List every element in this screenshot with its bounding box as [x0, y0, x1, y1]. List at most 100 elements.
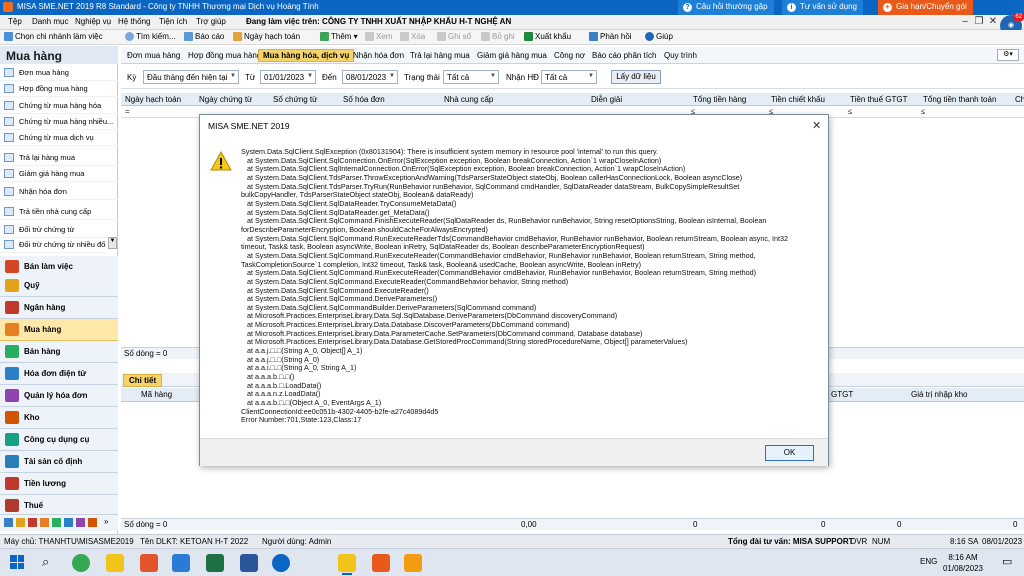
shortcut-icon[interactable] — [76, 518, 85, 527]
app-icon[interactable] — [172, 554, 190, 572]
app-icon[interactable] — [272, 554, 290, 572]
invoice-status-select[interactable]: Tất cả ▼ — [541, 70, 597, 84]
col-item-code[interactable]: Mã hàng — [141, 390, 172, 399]
col-total-payment[interactable]: Tổng tiền thanh toán — [923, 95, 996, 104]
module-invoice-management[interactable]: Quản lý hóa đơn — [0, 385, 118, 407]
tab-analysis-report[interactable]: Báo cáo phân tích — [589, 50, 660, 61]
notification-icon[interactable]: ▭ — [1002, 555, 1012, 568]
feedback-button[interactable]: Phản hồi — [589, 32, 632, 41]
col-stock-value[interactable]: Giá trị nhập kho — [911, 390, 967, 399]
col-voucher-date[interactable]: Ngày chứng từ — [199, 95, 252, 104]
shortcut-icon[interactable] — [64, 518, 73, 527]
choose-branch-button[interactable]: Chọn chi nhánh làm việc — [4, 32, 103, 41]
excel-icon[interactable] — [206, 554, 224, 572]
app-icon[interactable] — [140, 554, 158, 572]
restore-icon[interactable]: ❐ — [972, 16, 986, 27]
shortcut-icon[interactable] — [52, 518, 61, 527]
menu-system[interactable]: Hệ thống — [118, 17, 150, 26]
minimize-icon[interactable]: – — [958, 16, 972, 27]
shortcut-icon[interactable] — [28, 518, 37, 527]
menu-file[interactable]: Tệp — [8, 17, 22, 26]
faq-button[interactable]: ? Câu hỏi thường gặp — [678, 0, 774, 15]
taskbar-clock[interactable]: 8:16 AM 01/08/2023 — [940, 552, 986, 574]
tab-purchase-goods-services[interactable]: Mua hàng hóa, dịch vụ — [258, 49, 355, 62]
sidebar-item-purchase-discount[interactable]: Giảm giá hàng mua — [0, 166, 118, 182]
shortcut-icon[interactable] — [88, 518, 97, 527]
col-detail-vat[interactable]: GTGT — [831, 390, 853, 399]
consult-button[interactable]: i Tư vấn sử dụng — [782, 0, 863, 15]
view-button[interactable]: Xem — [365, 32, 392, 41]
menu-operations[interactable]: Nghiệp vụ — [75, 17, 111, 26]
tab-process[interactable]: Quy trình — [661, 50, 700, 61]
module-tools[interactable]: Công cụ dụng cụ — [0, 429, 118, 451]
col-discount[interactable]: Tiền chiết khấu — [771, 95, 825, 104]
close-icon[interactable]: ✕ — [812, 119, 821, 132]
menu-help[interactable]: Trợ giúp — [196, 17, 226, 26]
sidebar-item-service-voucher[interactable]: Chứng từ mua dịch vụ — [0, 130, 118, 146]
delete-button[interactable]: Xóa — [400, 32, 425, 41]
post-button[interactable]: Ghi sổ — [437, 32, 471, 41]
search-icon[interactable]: ⌕ — [42, 554, 49, 570]
module-payroll[interactable]: Tiền lương — [0, 473, 118, 495]
module-bank[interactable]: Ngân hàng — [0, 297, 118, 319]
module-e-invoice[interactable]: Hóa đơn điện tử — [0, 363, 118, 385]
export-button[interactable]: Xuất khẩu — [524, 32, 571, 41]
col-voucher-no[interactable]: Số chứng từ — [273, 95, 318, 104]
tab-payables[interactable]: Công nợ — [551, 50, 588, 61]
sidebar-item-purchase-contract[interactable]: Hợp đồng mua hàng — [0, 81, 118, 97]
shortcut-icon[interactable] — [4, 518, 13, 527]
windows-start-icon[interactable] — [10, 555, 24, 569]
module-purchasing[interactable]: Mua hàng — [0, 319, 118, 341]
sidebar-item-offset-voucher[interactable]: Đối trừ chứng từ — [0, 222, 118, 238]
files-icon[interactable] — [106, 554, 124, 572]
fetch-data-button[interactable]: Lấy dữ liệu — [611, 70, 661, 84]
col-more[interactable]: Ch — [1015, 95, 1024, 104]
ok-button[interactable]: OK — [765, 445, 814, 461]
app-icon[interactable] — [404, 554, 422, 572]
language-indicator[interactable]: ENG — [920, 557, 937, 566]
to-date-field[interactable]: 08/01/2023 ▼ — [342, 70, 398, 84]
filter-operator[interactable]: ≤ — [848, 107, 852, 116]
tab-purchase-return[interactable]: Trả lại hàng mua — [407, 50, 473, 61]
col-invoice-no[interactable]: Số hóa đơn — [343, 95, 385, 104]
sidebar-item-offset-multi[interactable]: Đối trừ chứng từ nhiều đối — [0, 237, 106, 253]
module-sales[interactable]: Bán hàng — [0, 341, 118, 363]
sidebar-scroll-down-icon[interactable]: ▼ — [108, 237, 117, 249]
sidebar-item-multi-voucher[interactable]: Chứng từ mua hàng nhiều... — [0, 114, 118, 130]
tab-purchase-discount[interactable]: Giảm giá hàng mua — [474, 50, 550, 61]
search-button[interactable]: Tìm kiếm... — [125, 32, 176, 41]
col-total-goods[interactable]: Tổng tiền hàng — [693, 95, 746, 104]
module-cash[interactable]: Quỹ — [0, 275, 118, 297]
tab-purchase-order[interactable]: Đơn mua hàng — [124, 50, 183, 61]
word-icon[interactable] — [240, 554, 258, 572]
shortcut-menu-icon[interactable]: » — [104, 517, 108, 526]
tab-receive-invoice[interactable]: Nhận hóa đơn — [350, 50, 407, 61]
app-icon[interactable] — [372, 554, 390, 572]
col-description[interactable]: Diễn giải — [591, 95, 622, 104]
sidebar-item-purchase-return[interactable]: Trả lại hàng mua — [0, 150, 118, 166]
module-fixed-assets[interactable]: Tài sản cố định — [0, 451, 118, 473]
filter-operator[interactable]: ≤ — [921, 107, 925, 116]
sidebar-item-purchase-order[interactable]: Đơn mua hàng — [0, 65, 118, 81]
tab-detail[interactable]: Chi tiết — [123, 374, 163, 387]
add-button[interactable]: Thêm ▾ — [320, 32, 358, 41]
renew-button[interactable]: + Gia hạn/Chuyển gói — [878, 0, 973, 15]
settings-gear-icon[interactable]: ⚙▾ — [997, 49, 1019, 61]
period-select[interactable]: Đầu tháng đến hiện tại ▼ — [143, 70, 239, 84]
menu-catalog[interactable]: Danh mục — [32, 17, 68, 26]
col-vat[interactable]: Tiền thuế GTGT — [850, 95, 908, 104]
posting-date-button[interactable]: Ngày hạch toán — [233, 32, 300, 41]
filter-operator[interactable]: = — [125, 107, 130, 116]
close-window-icon[interactable]: ✕ — [986, 16, 1000, 27]
chrome-icon[interactable] — [72, 554, 90, 572]
status-select[interactable]: Tất cả ▼ — [443, 70, 499, 84]
shortcut-icon[interactable] — [16, 518, 25, 527]
help-button[interactable]: Giúp — [645, 32, 673, 41]
sidebar-item-goods-voucher[interactable]: Chứng từ mua hàng hóa — [0, 98, 118, 114]
col-supplier[interactable]: Nhà cung cấp — [444, 95, 493, 104]
module-warehouse[interactable]: Kho — [0, 407, 118, 429]
sidebar-item-pay-supplier[interactable]: Trả tiền nhà cung cấp — [0, 204, 118, 220]
report-button[interactable]: Báo cáo — [184, 32, 224, 41]
sidebar-item-receive-invoice[interactable]: Nhận hóa đơn — [0, 184, 118, 200]
col-posting-date[interactable]: Ngày hạch toán — [125, 95, 181, 104]
